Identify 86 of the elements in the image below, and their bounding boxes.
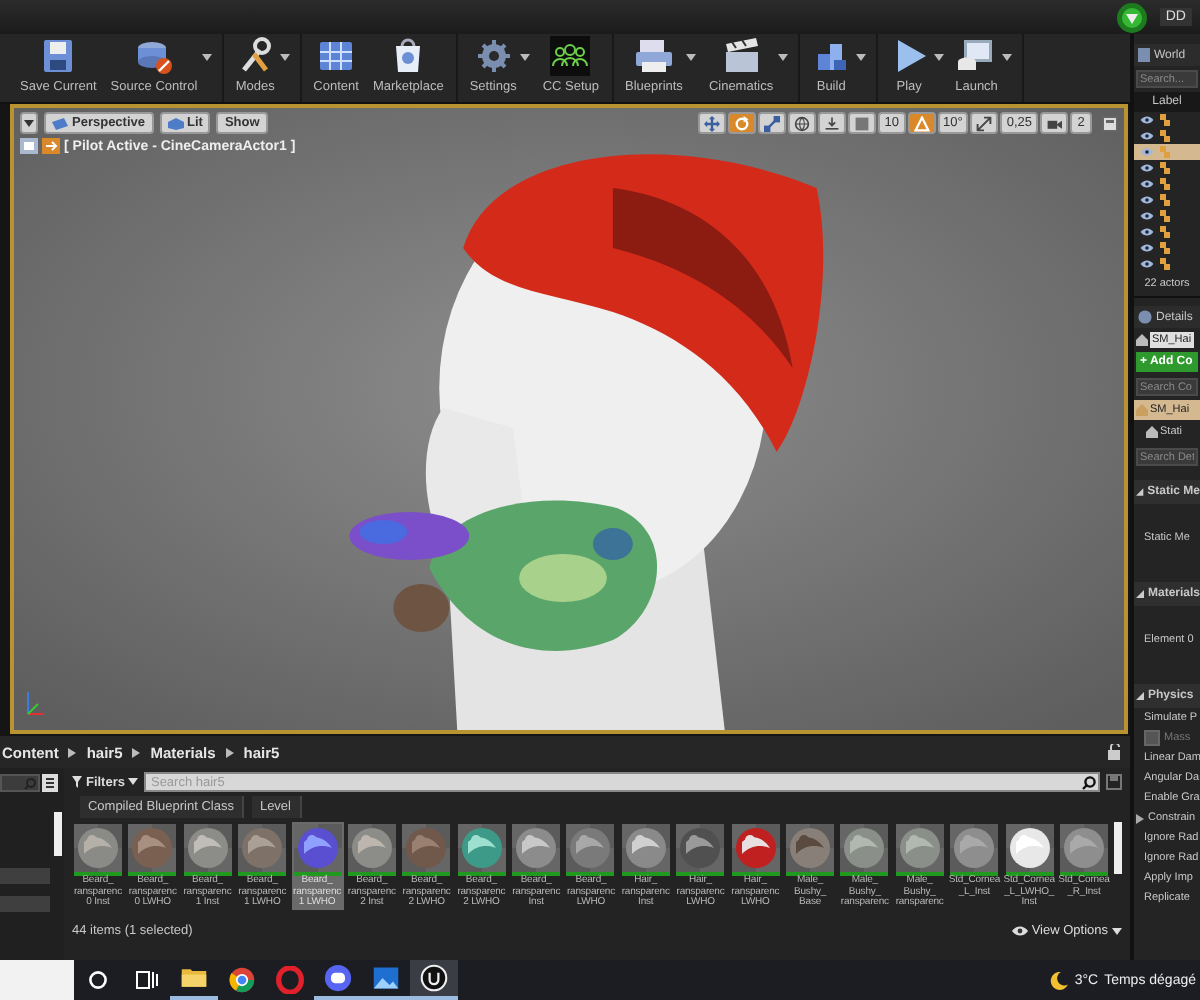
scrollbar[interactable] (1114, 822, 1122, 874)
moon-icon[interactable] (1050, 971, 1069, 989)
list-icon[interactable] (42, 774, 58, 792)
monitor-icon (956, 36, 997, 76)
eye-icon[interactable] (1140, 116, 1154, 124)
caret-icon (1001, 54, 1012, 62)
eject-icon[interactable] (42, 138, 60, 154)
eye-icon[interactable] (1140, 196, 1154, 204)
expand-arrow-icon[interactable] (1136, 813, 1144, 823)
dropdown-button[interactable] (20, 112, 38, 134)
caret-icon (777, 54, 788, 62)
caret-icon (1112, 927, 1122, 935)
info-icon (1138, 310, 1152, 324)
clapperboard-icon (721, 36, 762, 76)
scrollbar[interactable] (54, 812, 62, 856)
search-icon (24, 777, 36, 789)
resize-arrow-icon (976, 115, 993, 131)
chat-bubble-icon (324, 964, 352, 992)
viewport-tool-button[interactable] (970, 112, 999, 134)
globe-icon (794, 115, 811, 131)
angle-icon (913, 115, 929, 131)
chevron-icon (68, 747, 77, 757)
caret-icon (520, 54, 531, 62)
viewport-tool-button[interactable] (848, 112, 877, 134)
grid-icon (316, 36, 357, 76)
mesh-icon (1136, 404, 1148, 416)
chevron-icon (225, 747, 234, 757)
search-field[interactable] (0, 960, 74, 1000)
viewport-tool-button[interactable] (728, 112, 757, 134)
eye-icon[interactable] (1140, 212, 1154, 220)
surface-snap-icon (824, 115, 841, 131)
printer-icon (633, 36, 674, 76)
round-emblem-icon (420, 964, 448, 992)
expand-arrow-icon[interactable] (1136, 590, 1144, 598)
viewport-tool-button[interactable] (788, 112, 817, 134)
scale-icon (764, 115, 781, 131)
ring-icon (276, 966, 304, 994)
home-icon (1146, 426, 1158, 438)
camera-speed-icon (1046, 115, 1062, 131)
task-view-icon (135, 970, 157, 990)
search-field[interactable] (0, 774, 40, 792)
expand-arrow-icon[interactable] (1136, 692, 1144, 700)
eye-icon[interactable] (1140, 148, 1154, 156)
caret-icon (128, 778, 139, 786)
stacked-disks-icon (133, 36, 174, 76)
checkbox[interactable] (1144, 730, 1160, 746)
eye-icon[interactable] (1140, 244, 1154, 252)
eye-icon[interactable] (1140, 164, 1154, 172)
folder-icon (180, 964, 208, 992)
eye-icon[interactable] (1140, 228, 1154, 236)
chevron-icon (132, 747, 141, 757)
cube-icon (167, 117, 183, 129)
axis-gizmo-icon (22, 690, 46, 718)
search-icon (1082, 775, 1096, 789)
eye-icon (1011, 926, 1028, 936)
caret-icon (933, 54, 944, 62)
taskbar-app[interactable] (314, 960, 362, 1000)
funnel-icon (71, 776, 82, 788)
shield-icon[interactable] (1115, 1, 1148, 33)
caret-icon (201, 54, 212, 62)
home-icon (1136, 333, 1148, 345)
viewport-tool-button[interactable] (1040, 112, 1068, 134)
caret-icon (24, 119, 34, 127)
viewport-tool-button[interactable] (758, 112, 787, 134)
eye-icon[interactable] (1140, 260, 1154, 268)
list-icon (1138, 48, 1150, 62)
caret-icon (855, 54, 866, 62)
colored-ball-icon (228, 966, 256, 994)
eye-icon[interactable] (1140, 132, 1154, 140)
save-icon[interactable] (1106, 774, 1122, 790)
viewport-tool-button[interactable] (818, 112, 847, 134)
eye-icon[interactable] (1140, 180, 1154, 188)
picture-frame-icon (372, 964, 400, 992)
caret-icon (686, 54, 697, 62)
rotate-icon (734, 115, 751, 131)
lock-icon[interactable] (1108, 744, 1122, 760)
expand-arrow-icon[interactable] (1136, 488, 1144, 496)
move-arrows-icon (704, 115, 721, 131)
viewport-tool-button[interactable] (907, 112, 935, 134)
viewport-tool-button[interactable] (698, 112, 727, 134)
circle-icon (88, 970, 108, 990)
maximize-icon[interactable] (1102, 115, 1118, 131)
taskbar-app[interactable] (410, 960, 458, 1000)
caret-icon (279, 54, 290, 62)
camera-icon (52, 117, 68, 129)
grid-snap-icon (854, 115, 871, 131)
